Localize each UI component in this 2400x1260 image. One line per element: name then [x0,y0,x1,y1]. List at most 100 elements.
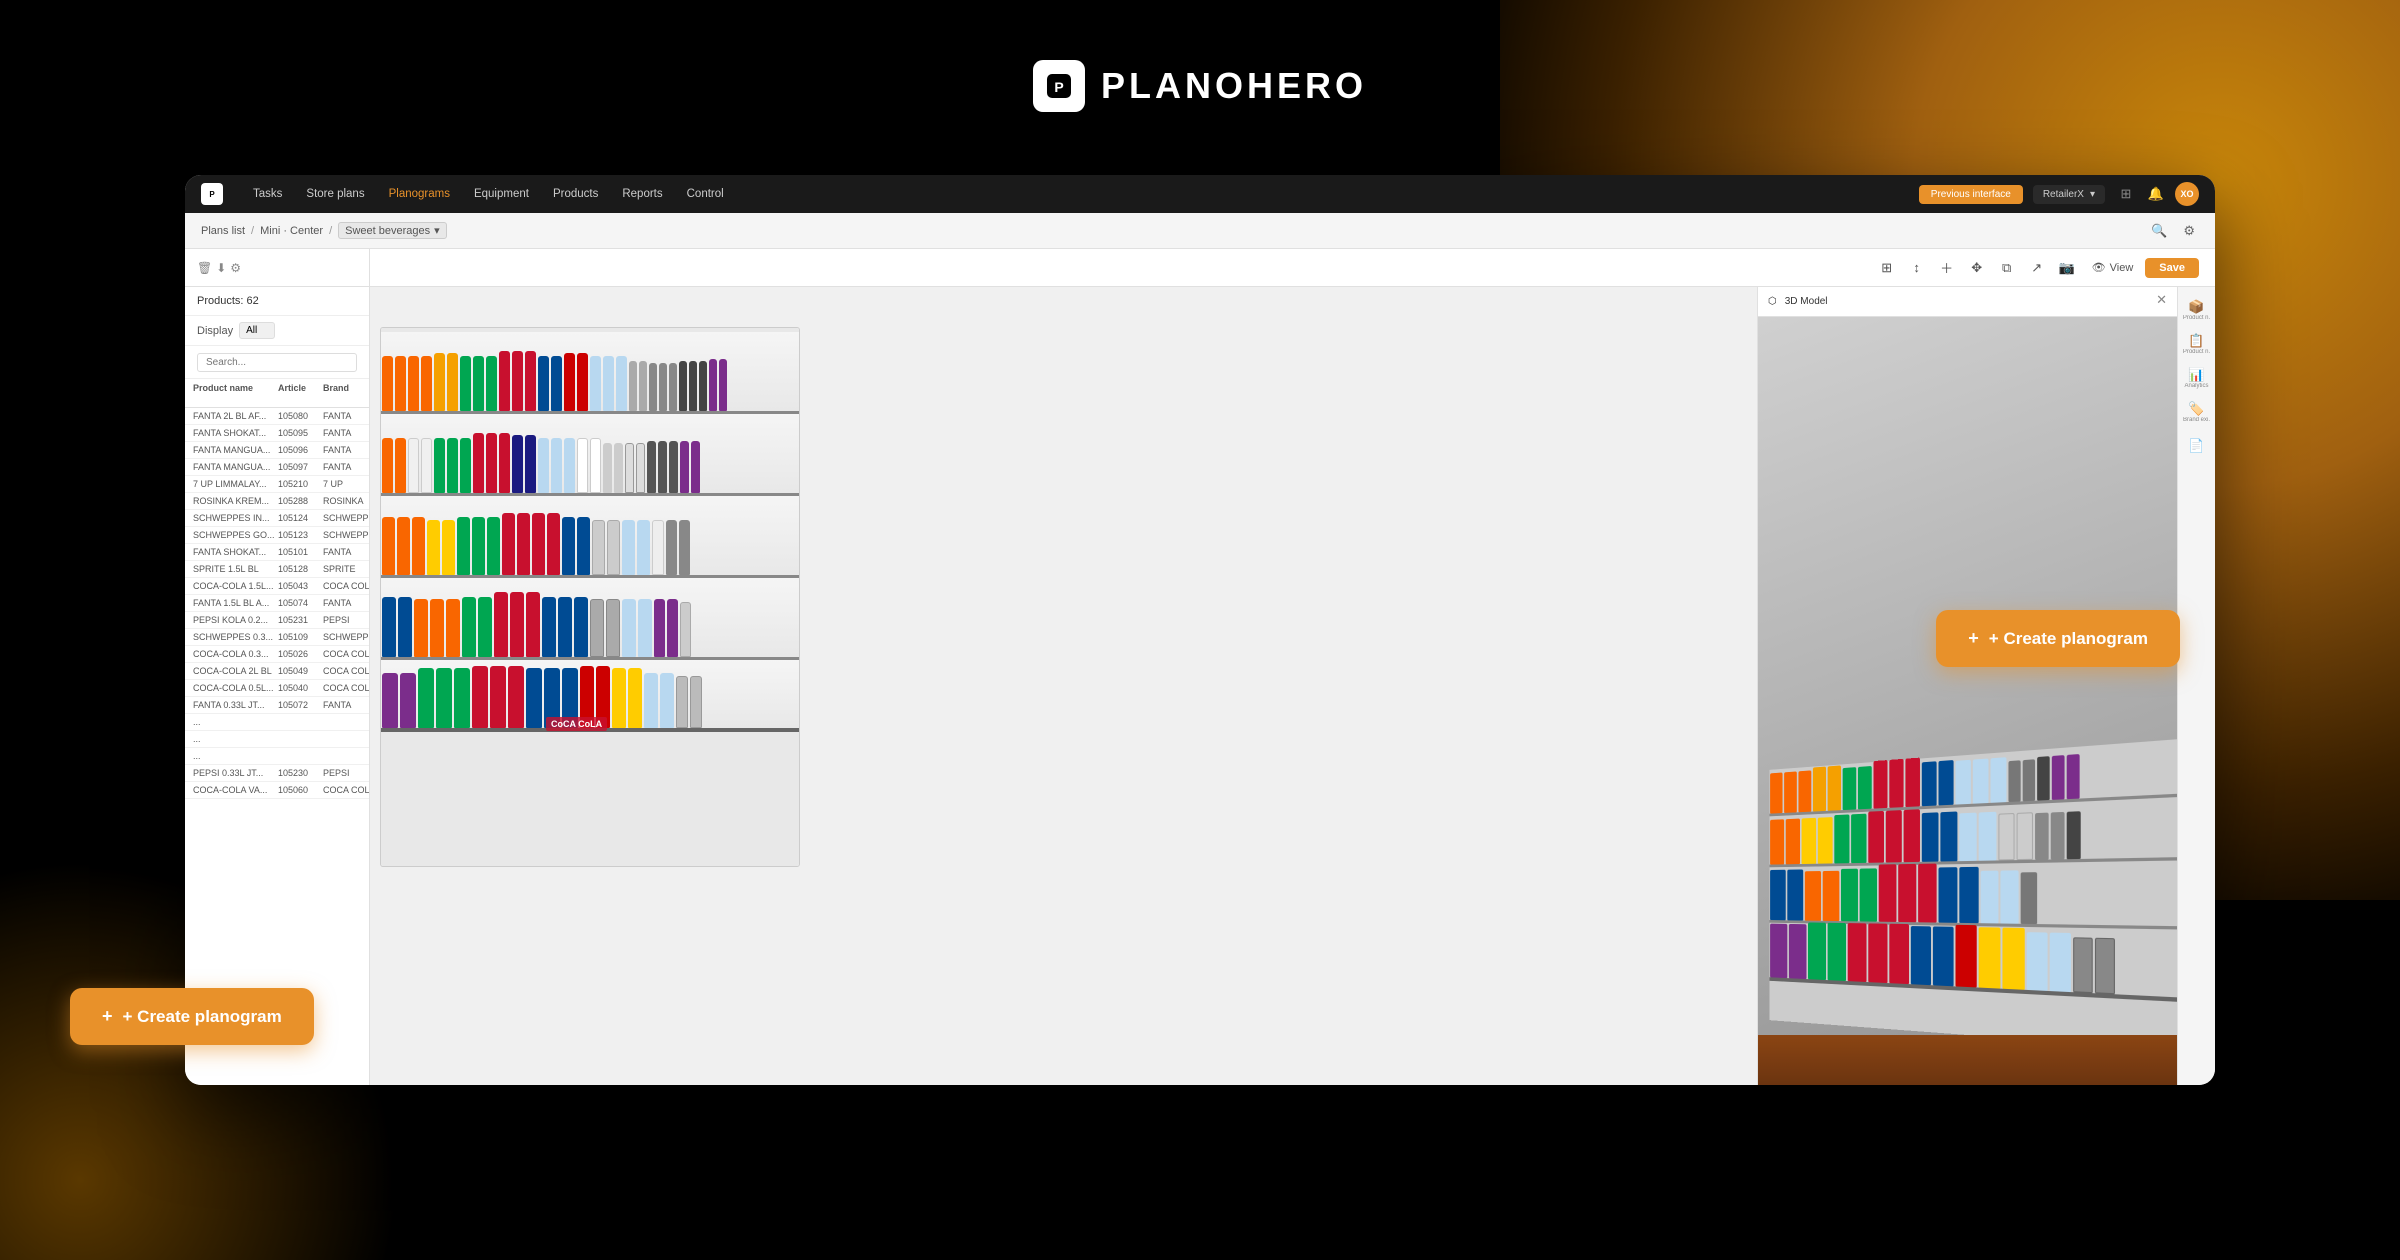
right-sidebar-analytics[interactable]: 📊 Analytics [2182,363,2212,393]
products-header: Products: 62 [185,287,369,316]
products-count: Products: 62 [197,295,259,307]
table-row[interactable]: FANTA MANGUA... 105097 FANTA — [185,459,369,476]
main-content: Products: 62 Display All Product name Ar… [185,287,2215,1085]
delete-icon[interactable]: 🗑 [197,261,212,275]
table-row[interactable]: SCHWEPPES 0.3... 105109 SCHWEPPES — [185,629,369,646]
table-row[interactable]: ROSINKA KREM... 105288 ROSINKA 16 [185,493,369,510]
copy-icon[interactable]: ⧉ [1994,255,2020,281]
view-button[interactable]: 👁 View [2084,258,2142,277]
products-sidebar: Products: 62 Display All Product name Ar… [185,287,370,1085]
table-row[interactable]: SCHWEPPES IN... 105124 SCHWEPPES — [185,510,369,527]
display-label: Display [197,325,233,337]
nav-planograms[interactable]: Planograms [379,184,460,204]
table-row[interactable]: COCA-COLA 2L BL 105049 COCA COLA 58 [185,663,369,680]
arrow-icon[interactable]: ↕ [1904,255,1930,281]
planogram-area: CoCA CoLA [370,287,1757,1085]
right-sidebar-product-n-1[interactable]: 📦 Product n. [2182,295,2212,325]
previous-interface-button[interactable]: Previous interface [1919,185,2023,204]
table-row[interactable]: ... 11 [185,748,369,765]
table-row[interactable]: FANTA SHOKAT... 105101 FANTA — [185,544,369,561]
table-row[interactable]: PEPSI KOLA 0.2... 105231 PEPSI — [185,612,369,629]
table-row[interactable]: FANTA MANGUA... 105096 FANTA — [185,442,369,459]
table-row[interactable]: COCA-COLA 0.3... 105026 COCA COLA 42 [185,646,369,663]
table-row[interactable]: COCA-COLA VA... 105060 COCA COLA 30 [185,782,369,799]
table-row[interactable]: PEPSI 0.33L JT... 105230 PEPSI 19 [185,765,369,782]
nav-equipment[interactable]: Equipment [464,184,539,204]
table-header: Product name Article Brand Stock qty ⋮ [185,379,369,408]
browser-window: P Tasks Store plans Planograms Equipment… [185,175,2215,1085]
toolbar-tools: ⊞ ↕ ＋ ✥ ⧉ ↗ 📷 👁 View Save [1874,255,2199,281]
table-row[interactable]: FANTA SHOKAT... 105095 FANTA — [185,425,369,442]
shelf-row-3 [381,496,799,578]
tag-icon: 🏷️ [2188,401,2204,417]
nav-reports[interactable]: Reports [612,184,672,204]
display-select[interactable]: All [239,322,275,339]
search-input[interactable] [197,353,357,372]
right-sidebar-brand[interactable]: 🏷️ Brand exi. [2182,397,2212,427]
svg-text:P: P [209,190,215,199]
breadcrumb: Plans list / Mini · Center / Sweet bever… [201,222,447,239]
search-row[interactable] [185,346,369,379]
table-row[interactable]: COCA-COLA 1.5L... 105043 COCA COLA 41 [185,578,369,595]
share-icon[interactable]: ↗ [2024,255,2050,281]
table-row[interactable]: FANTA 1.5L BL A... 105074 FANTA 19 [185,595,369,612]
plus-icon-right: + [1968,628,1979,649]
table-row[interactable]: COCA-COLA 0.5L... 105040 COCA COLA 103 [185,680,369,697]
nav-icons: ⊞ 🔔 XO [2115,182,2199,206]
3d-model-close[interactable]: ✕ [2156,292,2167,308]
document-icon: 📄 [2188,438,2204,454]
shelf-row-4 [381,578,799,660]
plus-icon-left: + [102,1006,113,1027]
col-article: Article [278,383,323,403]
config-icon[interactable]: ⚙ [230,261,241,275]
breadcrumb-nav: Plans list / Mini · Center / Sweet bever… [185,213,2215,249]
create-planogram-left-button[interactable]: + + Create planogram [70,988,314,1045]
nav-tasks[interactable]: Tasks [243,184,292,204]
table-row[interactable]: 7 UP LIMMALAY... 105210 7 UP 16 [185,476,369,493]
logo-text: PLANOHERO [1101,65,1367,107]
grid-view-icon[interactable]: ⊞ [1874,255,1900,281]
bell-icon[interactable]: 🔔 [2145,183,2167,205]
breadcrumb-plans-list[interactable]: Plans list [201,225,245,237]
display-row: Display All [185,316,369,346]
download-icon[interactable]: ⬇ [216,261,226,275]
breadcrumb-sweet-beverages[interactable]: Sweet beverages ▾ [338,222,447,239]
table-row[interactable]: ... 27 [185,731,369,748]
right-sidebar-document[interactable]: 📄 [2182,431,2212,461]
table-row[interactable]: FANTA 2L BL AF... 105080 FANTA 12 [185,408,369,425]
right-sidebar-product-n-2[interactable]: 📋 Product n. [2182,329,2212,359]
nav-products[interactable]: Products [543,184,608,204]
search-icon[interactable]: 🔍 [2147,221,2171,241]
avatar[interactable]: XO [2175,182,2199,206]
grid-icon[interactable]: ⊞ [2115,183,2137,205]
svg-text:P: P [1054,79,1063,95]
coca-cola-label: CoCA CoLA [546,717,607,731]
right-sidebar: 📦 Product n. 📋 Product n. 📊 Analytics 🏷️… [2177,287,2215,1085]
cube-icon: ⬡ [1768,296,1777,307]
save-button[interactable]: Save [2145,258,2199,278]
table-row[interactable]: SCHWEPPES GO... 105123 SCHWEPPES — [185,527,369,544]
plus-icon[interactable]: ＋ [1934,255,1960,281]
nav-store-plans[interactable]: Store plans [296,184,374,204]
settings-icon[interactable]: ⚙ [2179,221,2199,241]
nav-right: Previous interface RetailerX ▾ ⊞ 🔔 XO [1919,182,2199,206]
planogram-view[interactable]: CoCA CoLA [380,327,800,867]
col-brand: Brand [323,383,369,403]
table-row[interactable]: SPRITE 1.5L BL 105128 SPRITE — [185,561,369,578]
camera-icon[interactable]: 📷 [2054,255,2080,281]
breadcrumb-mini-center[interactable]: Mini · Center [260,225,323,237]
logo-icon: P [1033,60,1085,112]
create-planogram-right-button[interactable]: + + Create planogram [1936,610,2180,667]
list-icon: 📋 [2188,333,2204,349]
retailer-dropdown[interactable]: RetailerX ▾ [2033,185,2105,204]
nav-control[interactable]: Control [677,184,734,204]
nav-items: Tasks Store plans Planograms Equipment P… [243,184,1899,204]
top-nav: P Tasks Store plans Planograms Equipment… [185,175,2215,213]
box-icon: 📦 [2188,299,2204,315]
nav-logo-icon: P [201,183,223,205]
table-row[interactable]: FANTA 0.33L JT... 105072 FANTA 16 [185,697,369,714]
drag-icon[interactable]: ✥ [1964,255,1990,281]
table-row[interactable]: ... 15 [185,714,369,731]
3d-model-view [1758,317,2177,1085]
shelf-row-2 [381,414,799,496]
